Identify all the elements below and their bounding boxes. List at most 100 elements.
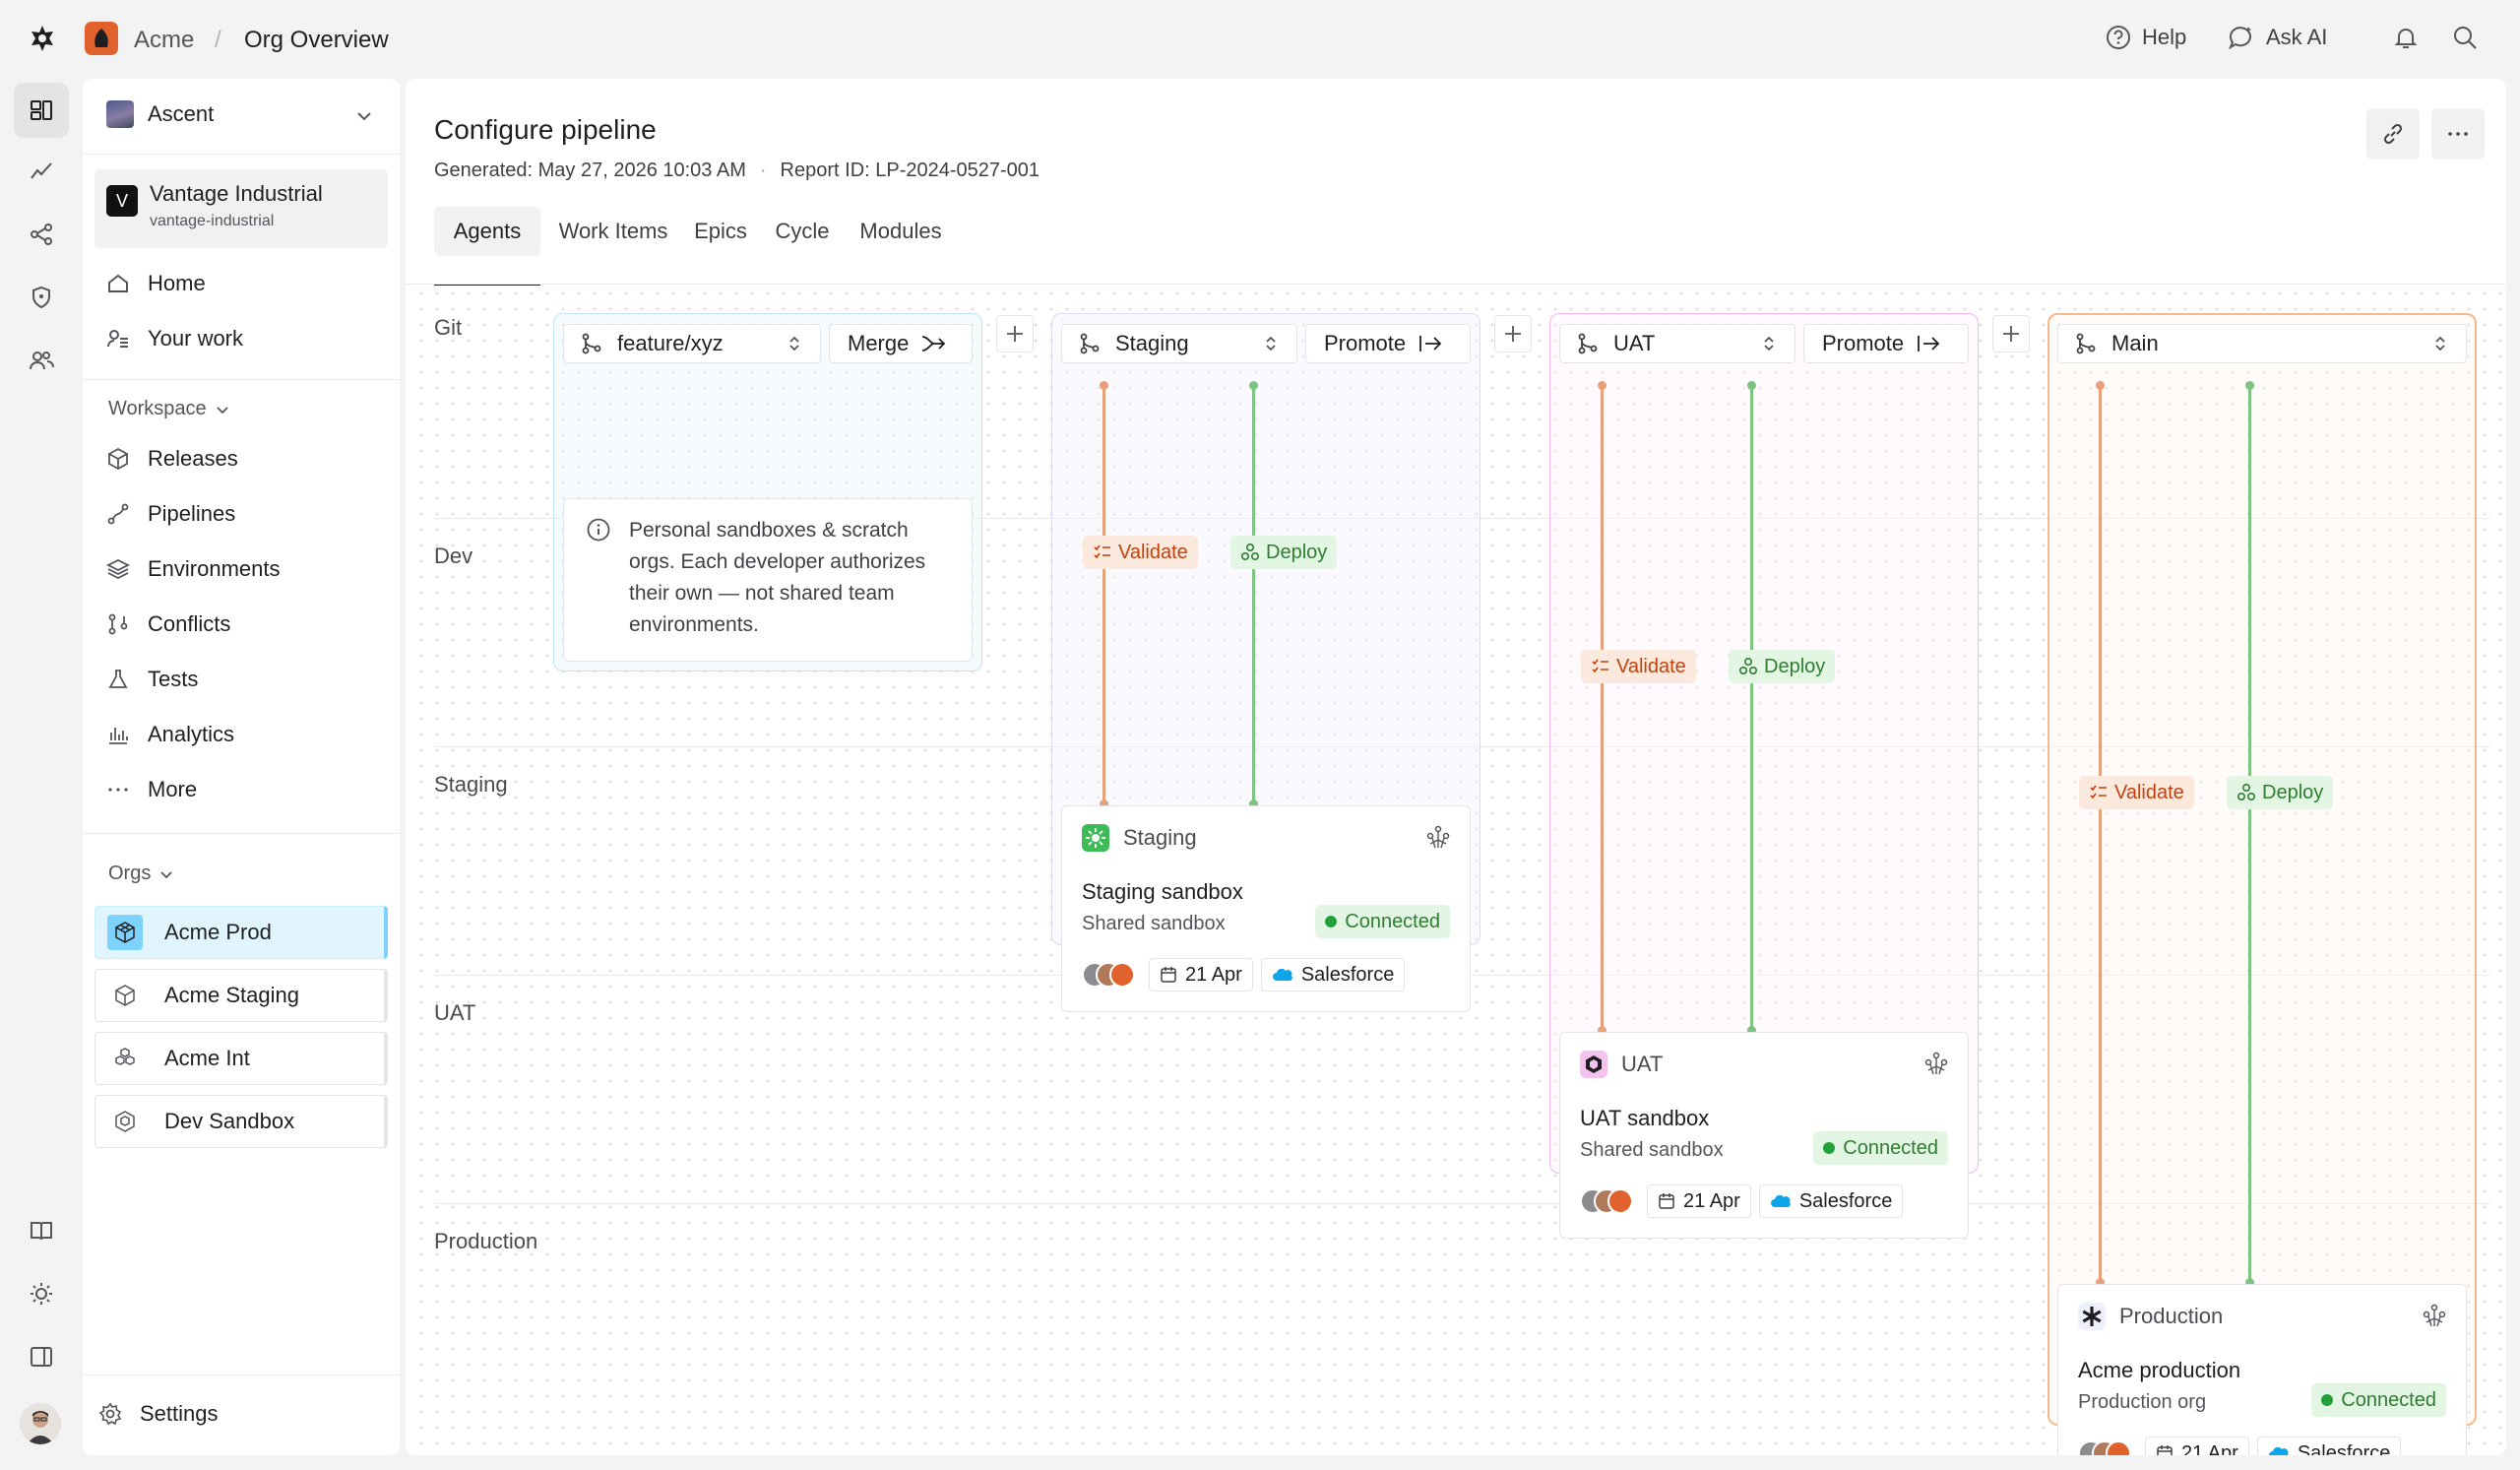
status-dot-icon	[1325, 916, 1338, 927]
date-tag[interactable]: 21 Apr	[2145, 1437, 2249, 1455]
status-text: Connected	[1345, 910, 1440, 932]
nav-environments-label: Environments	[148, 556, 281, 581]
breadcrumb-workspace[interactable]: Acme	[134, 27, 194, 54]
row-label-git: Git	[434, 315, 463, 340]
validate-step[interactable]: Validate	[1581, 650, 1696, 683]
tab-work-items[interactable]: Work Items	[549, 207, 677, 256]
org-item-acme-prod[interactable]: Acme Prod	[94, 906, 388, 959]
tab-modules[interactable]: Modules	[849, 207, 953, 256]
nav-tests[interactable]: Tests	[106, 660, 198, 699]
salesforce-cloud-icon	[1770, 1194, 1791, 1207]
icon-rail	[0, 79, 83, 1470]
rail-docs-book-icon[interactable]	[14, 1203, 69, 1258]
platform-tag[interactable]: Salesforce	[1758, 1184, 1904, 1218]
add-stage-button[interactable]	[996, 315, 1034, 352]
tab-epics[interactable]: Epics	[685, 207, 756, 256]
nav-analytics[interactable]: Analytics	[106, 715, 234, 754]
nav-tests-label: Tests	[148, 667, 199, 691]
date-tag[interactable]: 21 Apr	[1647, 1184, 1751, 1218]
card-env-name: UAT	[1621, 1052, 1664, 1076]
user-avatar[interactable]	[20, 1403, 61, 1444]
platform-tag[interactable]: Salesforce	[2256, 1437, 2402, 1455]
rail-panel-toggle-icon[interactable]	[14, 1329, 69, 1384]
notifications-bell-icon[interactable]	[2392, 24, 2420, 57]
nav-settings[interactable]: Settings	[98, 1394, 219, 1434]
add-stage-button[interactable]	[1494, 315, 1532, 352]
rail-trend-icon[interactable]	[14, 144, 69, 199]
deploy-cubes-icon	[1240, 543, 1260, 561]
nav-pipelines[interactable]: Pipelines	[106, 494, 235, 534]
deploy-step[interactable]: Deploy	[2227, 776, 2334, 809]
nav-home[interactable]: Home	[106, 264, 206, 303]
nav-more[interactable]: More	[106, 770, 197, 809]
rail-shield-icon[interactable]	[14, 270, 69, 325]
promote-button[interactable]: Promote	[1803, 324, 1969, 363]
orgs-section-toggle[interactable]: Orgs	[108, 863, 174, 885]
workspace-logo-icon[interactable]	[85, 22, 118, 55]
org-item-dev-sandbox[interactable]: Dev Sandbox	[94, 1095, 388, 1148]
tab-agents[interactable]: Agents	[434, 207, 540, 256]
search-icon[interactable]	[2451, 24, 2479, 57]
rail-users-icon[interactable]	[14, 333, 69, 388]
nav-your-work[interactable]: Your work	[106, 319, 243, 358]
branch-select-uat[interactable]: UAT	[1559, 324, 1796, 363]
agent-tree-icon[interactable]	[2421, 1303, 2448, 1330]
branch-select-staging[interactable]: Staging	[1061, 324, 1297, 363]
rail-share-icon[interactable]	[14, 207, 69, 262]
environment-card-production[interactable]: Production Acme production Production or…	[2057, 1284, 2467, 1455]
team-switcher[interactable]: Ascent	[106, 100, 214, 128]
environment-card-uat[interactable]: UAT UAT sandbox Shared sandbox Connected…	[1559, 1032, 1969, 1239]
avatar-stack[interactable]	[2078, 1440, 2131, 1455]
platform-tag[interactable]: Salesforce	[1260, 958, 1406, 991]
platform-text: Salesforce	[1798, 1189, 1893, 1212]
nav-conflicts[interactable]: Conflicts	[106, 605, 230, 644]
package-icon	[108, 447, 128, 471]
org-item-acme-staging[interactable]: Acme Staging	[94, 969, 388, 1022]
git-branch-icon	[2076, 333, 2096, 354]
workspace-section-toggle[interactable]: Workspace	[108, 398, 230, 420]
info-note: Personal sandboxes & scratch orgs. Each …	[563, 498, 973, 662]
environment-card-staging[interactable]: Staging Staging sandbox Shared sandbox C…	[1061, 805, 1471, 1012]
divider	[83, 154, 400, 155]
card-title: Staging sandbox	[1082, 879, 1243, 904]
more-options-button[interactable]	[2431, 108, 2485, 160]
chevron-updown-icon	[789, 336, 799, 352]
help-button[interactable]: Help	[2105, 24, 2186, 51]
date-tag[interactable]: 21 Apr	[1149, 958, 1253, 991]
app-logo-icon[interactable]	[28, 24, 57, 59]
avatar	[1607, 1188, 1633, 1214]
merge-button[interactable]: Merge	[829, 324, 973, 363]
flask-icon	[108, 670, 128, 688]
copy-link-button[interactable]	[2366, 108, 2420, 160]
agent-tree-icon[interactable]	[1424, 824, 1452, 852]
agent-tree-icon[interactable]	[1922, 1051, 1950, 1078]
nav-environments[interactable]: Environments	[106, 549, 281, 589]
chat-ai-icon	[2228, 27, 2251, 50]
ask-ai-button[interactable]: Ask AI	[2227, 24, 2327, 51]
team-name: Ascent	[148, 101, 215, 126]
chevron-down-icon[interactable]	[354, 106, 374, 132]
org-item-acme-int[interactable]: Acme Int	[94, 1032, 388, 1085]
tab-cycle[interactable]: Cycle	[764, 207, 841, 256]
promote-button[interactable]: Promote	[1305, 324, 1471, 363]
deploy-step[interactable]: Deploy	[1230, 536, 1338, 569]
add-stage-button[interactable]	[1992, 315, 2030, 352]
branch-name: Main	[2111, 331, 2159, 355]
deploy-label: Deploy	[1266, 541, 1328, 563]
branch-select-feature[interactable]: feature/xyz	[563, 324, 821, 363]
nav-releases[interactable]: Releases	[106, 439, 238, 479]
validate-step[interactable]: Validate	[1083, 536, 1198, 569]
validate-step[interactable]: Validate	[2079, 776, 2194, 809]
row-label-staging: Staging	[434, 772, 508, 797]
branch-select-main[interactable]: Main	[2057, 324, 2467, 363]
avatar-stack[interactable]	[1580, 1188, 1633, 1214]
cube-grid-icon	[107, 915, 143, 950]
account-card[interactable]: V Vantage Industrial vantage-industrial	[94, 169, 388, 248]
track-dot	[1100, 381, 1108, 390]
org-item-label: Acme Int	[164, 1046, 250, 1070]
rail-dashboard-icon[interactable]	[14, 83, 69, 138]
deploy-step[interactable]: Deploy	[1729, 650, 1836, 683]
promote-arrow-icon	[1918, 336, 1940, 352]
rail-theme-sun-icon[interactable]	[14, 1266, 69, 1321]
avatar-stack[interactable]	[1082, 962, 1135, 988]
